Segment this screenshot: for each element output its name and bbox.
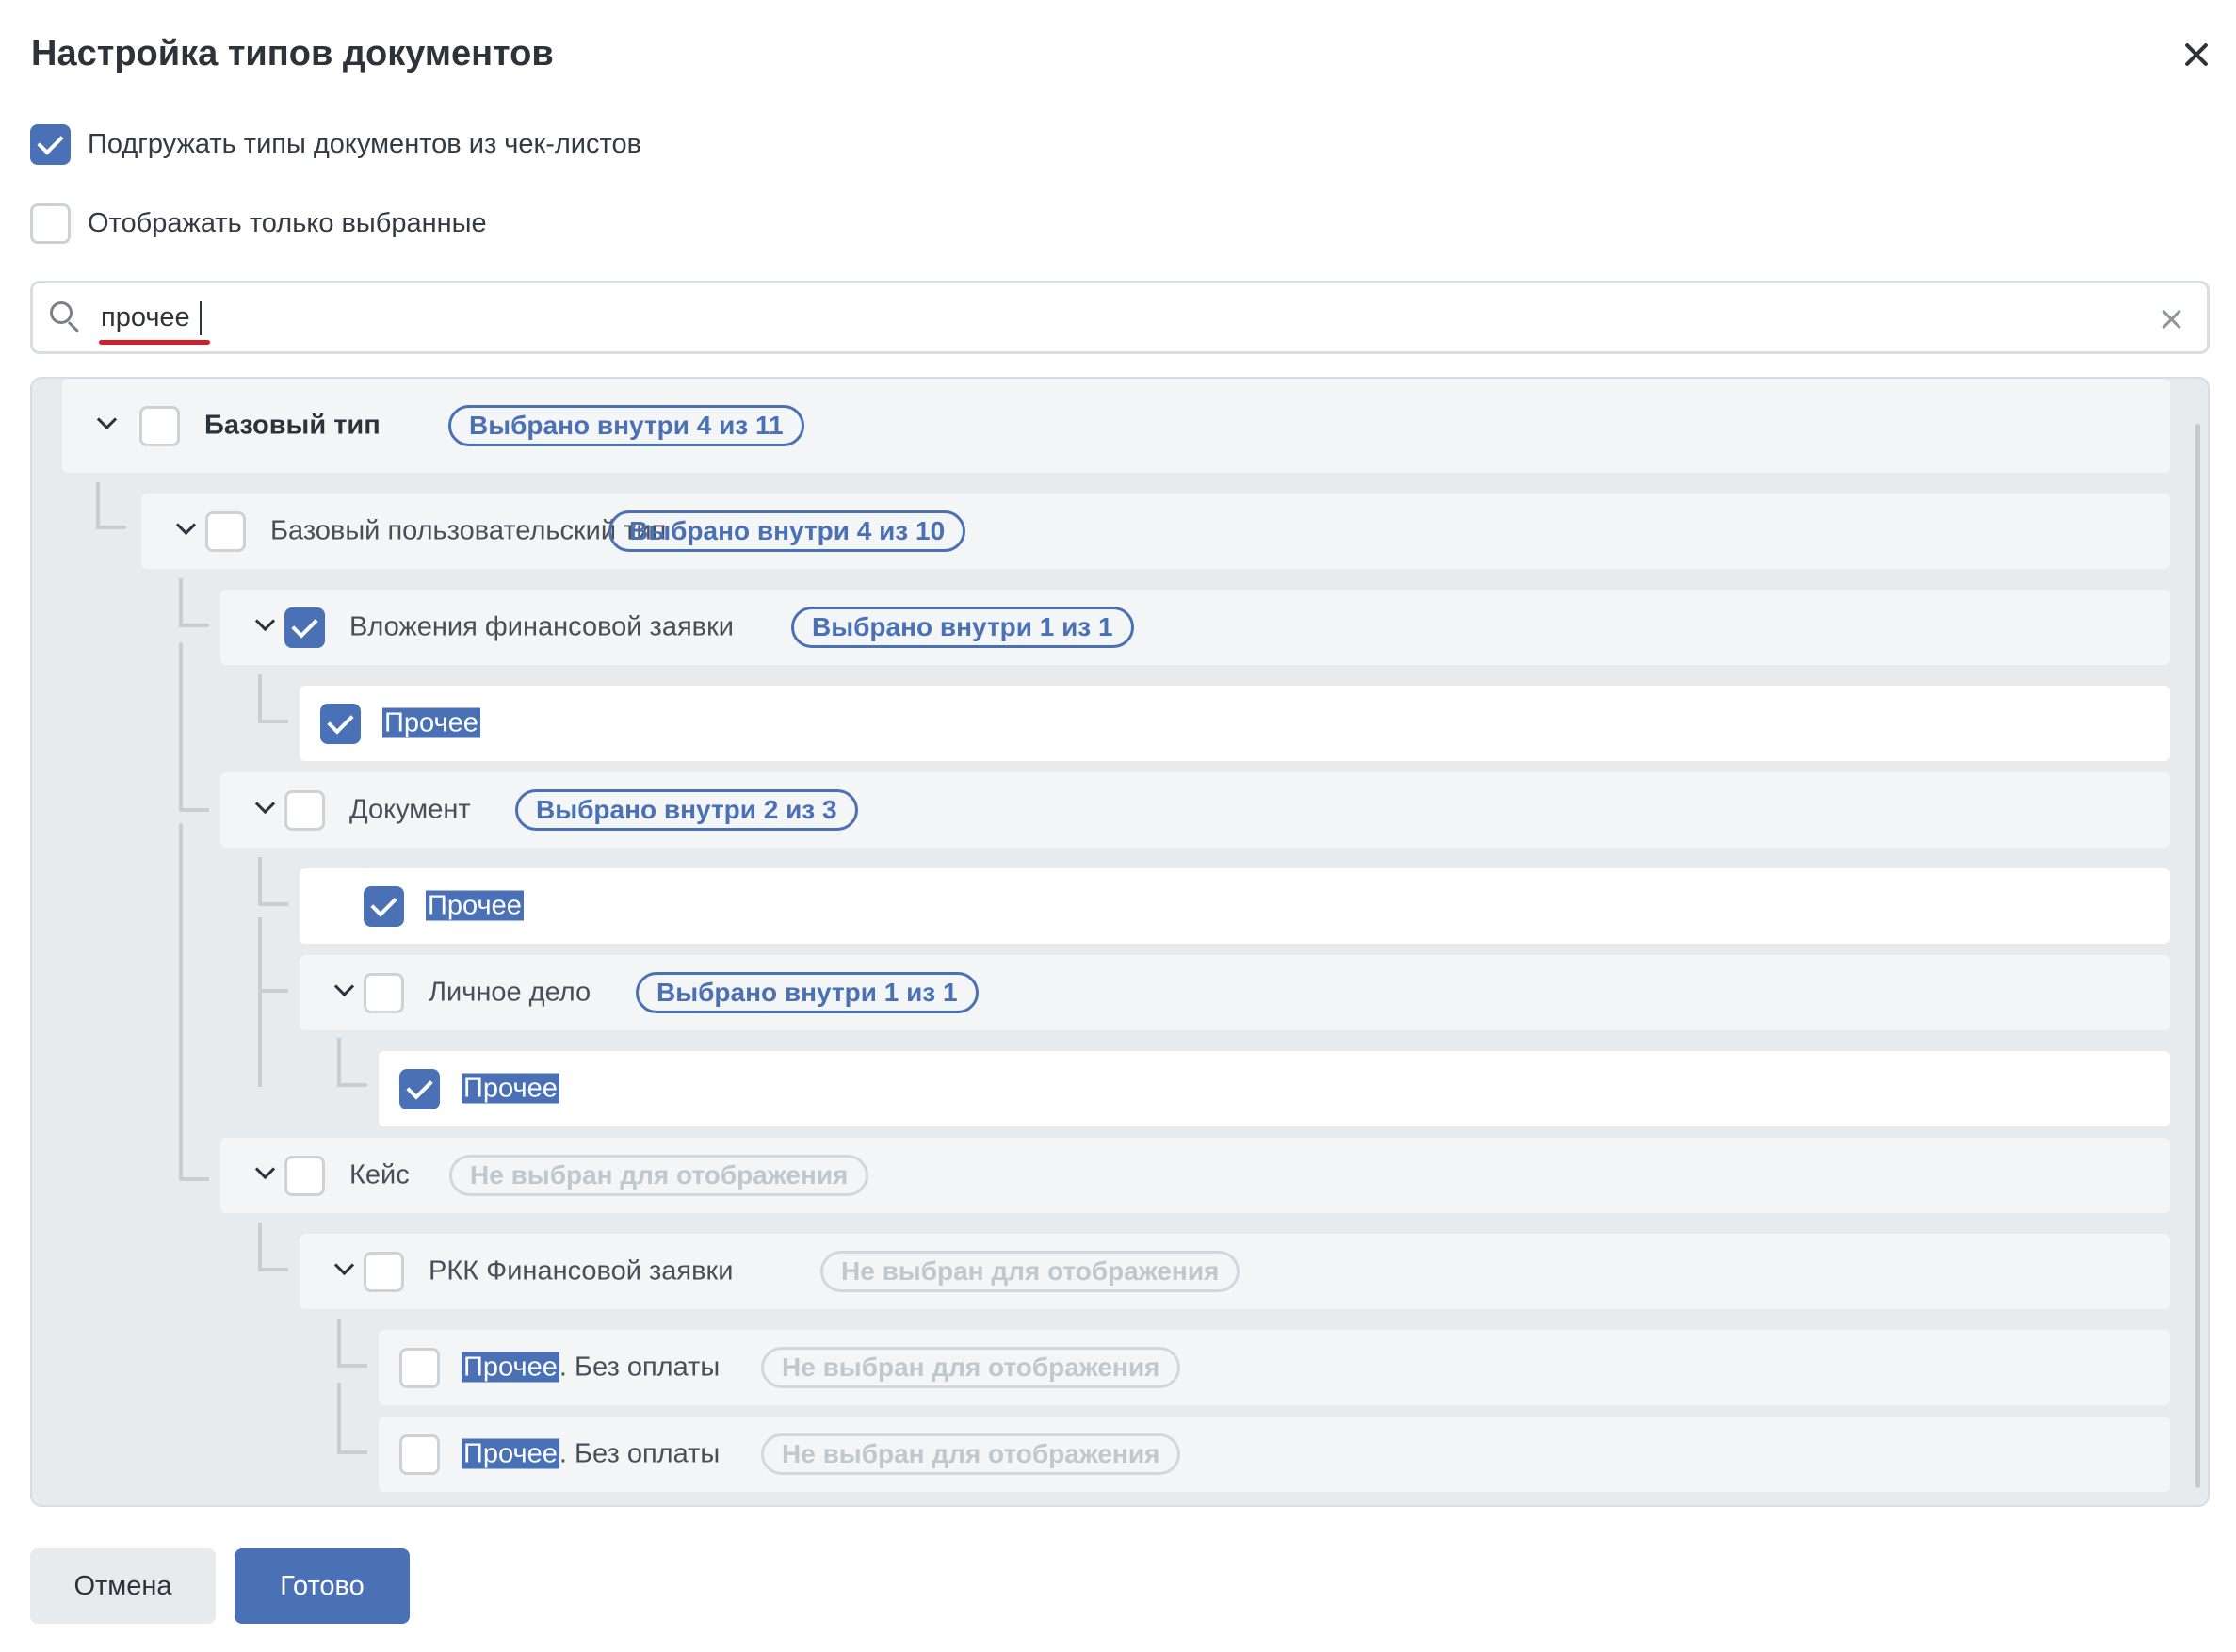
document-type-tree: Базовый тип Выбрано внутри 4 из 11 Базов… <box>30 377 2210 1507</box>
tree-row-personal-file[interactable]: Личное дело Выбрано внутри 1 из 1 <box>300 955 2170 1030</box>
clear-search-icon[interactable] <box>2162 309 2182 330</box>
not-selected-badge: Не выбран для отображения <box>820 1251 1240 1292</box>
search-input[interactable] <box>101 293 1985 342</box>
selection-badge: Выбрано внутри 1 из 1 <box>636 972 979 1013</box>
chevron-down-icon[interactable] <box>175 514 197 536</box>
tree-connector <box>96 526 126 529</box>
search-icon <box>50 301 76 328</box>
tree-connector <box>337 1319 341 1368</box>
selection-badge: Выбрано внутри 4 из 10 <box>608 510 966 552</box>
tree-connector <box>258 1268 288 1271</box>
tree-row-other[interactable]: Прочее <box>300 868 2170 944</box>
tree-row-base-user-type[interactable]: Базовый пользовательский тип Выбрано вну… <box>141 494 2170 569</box>
tree-checkbox[interactable] <box>284 607 325 648</box>
tree-checkbox[interactable] <box>364 973 404 1013</box>
chevron-down-icon[interactable] <box>96 409 118 430</box>
not-selected-badge: Не выбран для отображения <box>761 1347 1181 1388</box>
spellcheck-underline <box>99 340 210 345</box>
tree-checkbox[interactable] <box>320 704 361 744</box>
close-icon[interactable] <box>2183 41 2210 68</box>
tree-item-label: РКК Финансовой заявки <box>429 1255 734 1287</box>
tree-connector <box>179 1177 209 1181</box>
tree-connector <box>258 989 288 993</box>
tree-checkbox[interactable] <box>399 1069 440 1109</box>
tree-checkbox[interactable] <box>205 511 246 552</box>
tree-row-other[interactable]: Прочее <box>379 1051 2170 1126</box>
search-match-highlight: Прочее <box>462 1073 559 1104</box>
tree-connector <box>96 482 100 529</box>
tree-connector <box>179 578 183 627</box>
done-button[interactable]: Готово <box>235 1548 410 1624</box>
selection-badge: Выбрано внутри 4 из 11 <box>448 405 804 446</box>
tree-checkbox[interactable] <box>364 1252 404 1292</box>
tree-connector <box>179 808 209 812</box>
search-box <box>30 281 2210 354</box>
tree-connector <box>258 674 262 723</box>
chevron-down-icon[interactable] <box>254 610 276 632</box>
tree-row-base-type[interactable]: Базовый тип Выбрано внутри 4 из 11 <box>62 379 2170 473</box>
load-from-checklists-label: Подгружать типы документов из чек-листов <box>88 129 642 159</box>
tree-row-document[interactable]: Документ Выбрано внутри 2 из 3 <box>220 772 2170 848</box>
dialog-title: Настройка типов документов <box>31 34 554 73</box>
tree-checkbox[interactable] <box>399 1348 440 1388</box>
not-selected-badge: Не выбран для отображения <box>449 1155 869 1196</box>
chevron-down-icon[interactable] <box>333 976 355 997</box>
tree-scrollbar[interactable] <box>2195 424 2200 1488</box>
selection-badge: Выбрано внутри 2 из 3 <box>515 789 858 831</box>
show-only-selected-label: Отображать только выбранные <box>88 208 487 238</box>
chevron-down-icon[interactable] <box>254 793 276 815</box>
tree-connector <box>258 1223 262 1271</box>
cancel-button[interactable]: Отмена <box>30 1548 216 1624</box>
chevron-down-icon[interactable] <box>333 1255 355 1276</box>
tree-connector <box>258 917 262 1087</box>
tree-item-label-rest: . Без оплаты <box>559 1352 721 1383</box>
load-from-checklists-checkbox[interactable] <box>30 124 71 165</box>
tree-item-label: Кейс <box>349 1159 410 1190</box>
tree-item-label: Прочее. Без оплаты <box>462 1438 721 1470</box>
tree-connector <box>337 1364 367 1368</box>
tree-connector <box>258 902 288 906</box>
tree-row-rkk-financial[interactable]: РКК Финансовой заявки Не выбран для отоб… <box>300 1234 2170 1309</box>
tree-connector <box>337 1038 341 1087</box>
show-only-selected-checkbox[interactable] <box>30 203 71 244</box>
text-caret <box>200 301 202 335</box>
not-selected-badge: Не выбран для отображения <box>761 1433 1181 1475</box>
tree-checkbox[interactable] <box>284 790 325 831</box>
tree-checkbox[interactable] <box>284 1156 325 1196</box>
search-match-highlight: Прочее <box>426 890 524 921</box>
tree-row-case[interactable]: Кейс Не выбран для отображения <box>220 1138 2170 1213</box>
tree-connector <box>337 1083 367 1087</box>
search-match-highlight: Прочее <box>462 1352 559 1383</box>
tree-connector <box>179 823 183 1181</box>
tree-connector <box>258 720 288 723</box>
tree-connector <box>337 1450 367 1454</box>
chevron-down-icon[interactable] <box>254 1158 276 1180</box>
tree-row-financial-attachments[interactable]: Вложения финансовой заявки Выбрано внутр… <box>220 590 2170 665</box>
tree-row-other-no-payment[interactable]: Прочее. Без оплаты Не выбран для отображ… <box>379 1330 2170 1405</box>
search-match-highlight: Прочее <box>382 707 480 738</box>
tree-checkbox[interactable] <box>364 886 404 927</box>
search-match-highlight: Прочее <box>462 1438 559 1469</box>
tree-connector <box>258 857 262 906</box>
tree-item-label: Личное дело <box>429 977 591 1008</box>
selection-badge: Выбрано внутри 1 из 1 <box>791 607 1134 648</box>
tree-row-other[interactable]: Прочее <box>300 686 2170 761</box>
tree-item-label: Документ <box>349 794 471 825</box>
tree-item-label-rest: . Без оплаты <box>559 1438 721 1469</box>
tree-connector <box>179 624 209 627</box>
tree-item-label: Прочее. Без оплаты <box>462 1352 720 1384</box>
tree-item-label: Базовый пользовательский тип <box>270 515 667 546</box>
tree-connector <box>179 642 183 812</box>
tree-checkbox[interactable] <box>399 1434 440 1475</box>
tree-item-label: Базовый тип <box>204 410 381 441</box>
tree-connector <box>337 1383 341 1454</box>
tree-item-label: Вложения финансовой заявки <box>349 611 734 642</box>
tree-checkbox[interactable] <box>139 406 180 446</box>
tree-row-other-no-payment[interactable]: Прочее. Без оплаты Не выбран для отображ… <box>379 1417 2170 1492</box>
